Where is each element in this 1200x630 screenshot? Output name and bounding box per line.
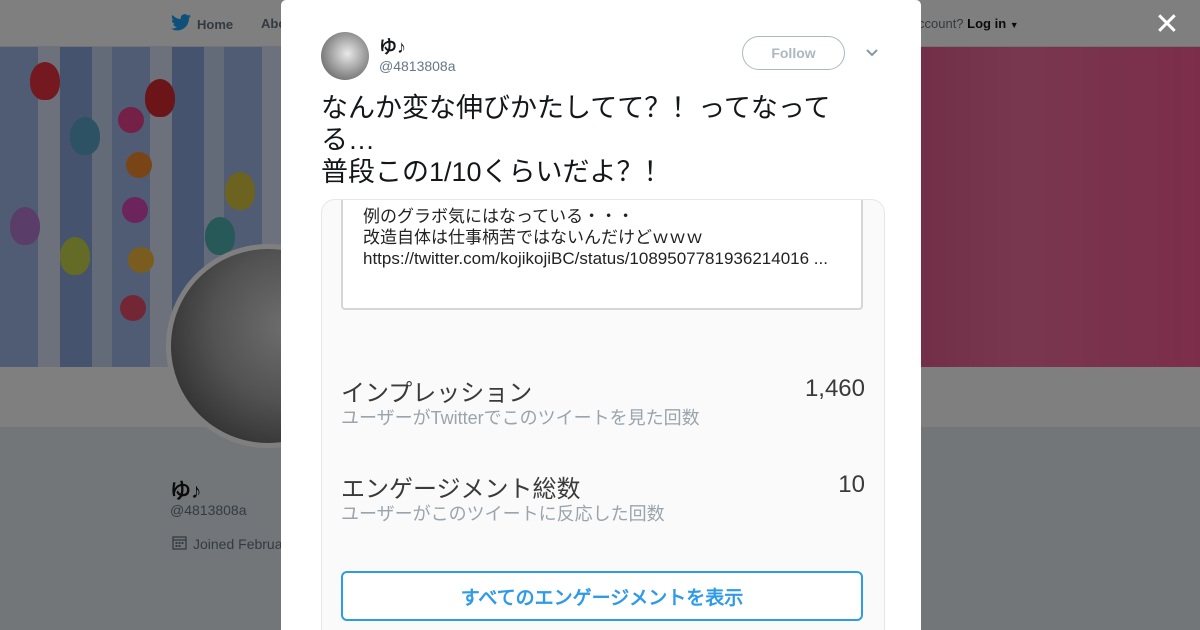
tweet-avatar[interactable] xyxy=(321,32,369,80)
engagements-label: エンゲージメント総数 xyxy=(341,476,581,503)
tweet-author-name[interactable]: ゆ♪ xyxy=(379,33,406,59)
tweet-media-image[interactable]: 例のグラボ気にはなっている・・・ 改造自体は仕事柄苦ではないんだけどｗｗｗ ht… xyxy=(321,199,885,630)
tweet-author-handle[interactable]: @4813808a xyxy=(379,58,456,74)
engagements-description: ユーザーがこのツイートに反応した回数 xyxy=(341,504,665,524)
view-all-engagements-button: すべてのエンゲージメントを表示 xyxy=(341,571,863,621)
impressions-label: インプレッション xyxy=(341,380,533,407)
engagements-value: 10 xyxy=(838,471,865,498)
tweet-modal: ゆ♪ @4813808a Follow なんか変な伸びかたしてて？！ってなってる… xyxy=(281,0,921,630)
chevron-down-icon[interactable] xyxy=(863,44,881,62)
follow-button[interactable]: Follow xyxy=(742,36,845,70)
impressions-value: 1,460 xyxy=(804,375,865,402)
close-icon[interactable]: ✕ xyxy=(1152,10,1182,40)
tweet-text: なんか変な伸びかたしてて？！ってなってる… 普段この1/10くらいだよ？！ xyxy=(321,93,831,187)
quoted-tweet-card: 例のグラボ気にはなっている・・・ 改造自体は仕事柄苦ではないんだけどｗｗｗ ht… xyxy=(341,200,863,310)
impressions-description: ユーザーがTwitterでこのツイートを見た回数 xyxy=(341,408,700,428)
